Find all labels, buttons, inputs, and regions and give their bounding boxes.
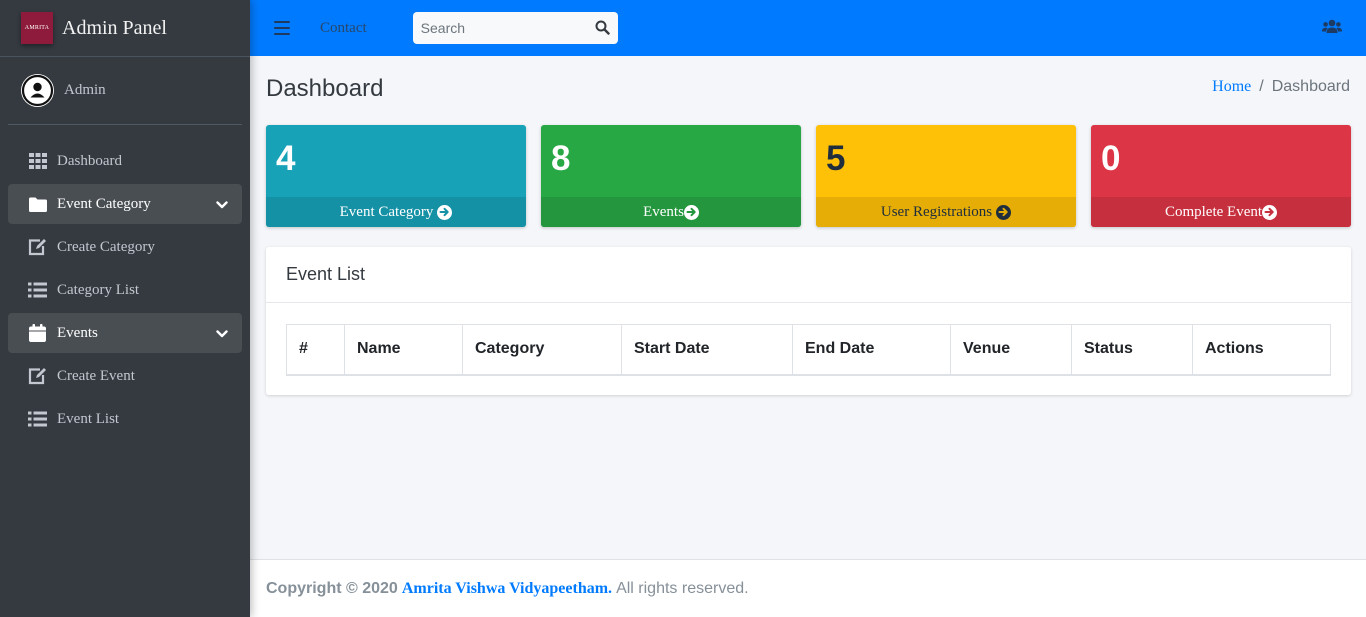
user-avatar-icon [21, 74, 54, 107]
breadcrumb: Home / Dashboard [1212, 78, 1350, 96]
stat-card-complete-event: 0 Complete Event [1091, 125, 1351, 227]
brand-title: Admin Panel [62, 16, 167, 39]
event-table-wrapper: # Name Category Start Date End Date Venu… [286, 324, 1331, 376]
sidebar-item-create-event[interactable]: Create Event [8, 356, 242, 396]
stat-label: Complete Event [1164, 203, 1263, 220]
table-header-row: # Name Category Start Date End Date Venu… [286, 324, 1331, 376]
sidebar-item-category-list[interactable]: Category List [8, 270, 242, 310]
stat-card-event-category: 4 Event Category [266, 125, 526, 227]
footer-copyright: Copyright © 2020 [266, 579, 398, 597]
stat-card-user-registrations: 5 User Registrations [816, 125, 1076, 227]
contact-link[interactable]: Contact [320, 20, 367, 37]
folder-icon [28, 195, 47, 214]
stat-card-link[interactable]: User Registrations [816, 197, 1076, 227]
stat-card-link[interactable]: Event Category [266, 197, 526, 227]
event-list-card: Event List # Name Category Start Date En… [266, 247, 1351, 395]
users-icon[interactable] [1322, 19, 1342, 39]
stat-card-events: 8 Events [541, 125, 801, 227]
brand-link[interactable]: AMRITA Admin Panel [0, 0, 250, 57]
search-input[interactable] [412, 13, 583, 43]
column-header-venue[interactable]: Venue [950, 324, 1072, 376]
stat-cards: 4 Event Category 8 Events 5 User Registr… [266, 125, 1351, 227]
grid-icon [28, 152, 47, 171]
edit-icon [28, 367, 47, 386]
arrow-circle-right-icon [437, 204, 453, 220]
menu-toggle-icon[interactable] [274, 21, 290, 35]
column-header-start-date[interactable]: Start Date [621, 324, 793, 376]
stat-label: Events [643, 203, 684, 220]
stat-card-link[interactable]: Complete Event [1091, 197, 1351, 227]
column-header-name[interactable]: Name [344, 324, 463, 376]
column-header-status[interactable]: Status [1071, 324, 1193, 376]
event-table: # Name Category Start Date End Date Venu… [286, 324, 1331, 376]
footer-org-link[interactable]: Amrita Vishwa Vidyapeetham. [402, 580, 612, 598]
stat-count: 8 [551, 139, 571, 178]
breadcrumb-current: Dashboard [1271, 78, 1350, 95]
sidebar-item-event-list[interactable]: Event List [8, 399, 242, 439]
breadcrumb-separator: / [1259, 78, 1264, 95]
stat-count: 5 [826, 139, 846, 178]
footer-rights: All rights reserved. [616, 579, 749, 597]
user-name: Admin [64, 82, 106, 98]
column-header-category[interactable]: Category [462, 324, 622, 376]
page-footer: Copyright © 2020 Amrita Vishwa Vidyapeet… [250, 559, 1366, 617]
sidebar: AMRITA Admin Panel Admin Dashboard Event… [0, 0, 250, 617]
column-header-end-date[interactable]: End Date [792, 324, 951, 376]
sidebar-item-label: Category List [57, 281, 140, 298]
calendar-icon [28, 324, 47, 343]
list-icon [28, 281, 47, 300]
chevron-down-icon[interactable] [216, 326, 228, 343]
user-panel[interactable]: Admin [8, 57, 242, 125]
sidebar-item-label: Dashboard [57, 152, 122, 169]
sidebar-item-create-category[interactable]: Create Category [8, 227, 242, 267]
sidebar-item-dashboard[interactable]: Dashboard [8, 141, 242, 181]
arrow-circle-right-icon [1262, 204, 1278, 220]
arrow-circle-right-icon [683, 204, 699, 220]
stat-label: User Registrations [880, 203, 993, 220]
sidebar-nav: Dashboard Event Category Create Category… [0, 141, 250, 439]
sidebar-item-events[interactable]: Events [8, 313, 242, 353]
event-list-title: Event List [266, 247, 1351, 303]
list-icon [28, 410, 47, 429]
stat-count: 0 [1101, 139, 1121, 178]
chevron-down-icon[interactable] [216, 197, 228, 214]
arrow-circle-right-icon [996, 204, 1012, 220]
search-icon[interactable] [595, 20, 610, 40]
content-header: Dashboard Home / Dashboard [266, 74, 1350, 104]
stat-label: Event Category [339, 203, 434, 220]
stat-card-link[interactable]: Events [541, 197, 801, 227]
sidebar-item-label: Event Category [57, 195, 151, 212]
sidebar-item-event-category[interactable]: Event Category [8, 184, 242, 224]
column-header-number[interactable]: # [286, 324, 345, 376]
navbar-search [412, 12, 618, 44]
column-header-actions[interactable]: Actions [1192, 324, 1331, 376]
brand-logo: AMRITA [21, 12, 53, 44]
edit-icon [28, 238, 47, 257]
page-title: Dashboard [266, 75, 384, 102]
sidebar-item-label: Events [57, 324, 98, 341]
sidebar-item-label: Create Event [57, 367, 135, 384]
sidebar-item-label: Create Category [57, 238, 155, 255]
breadcrumb-home-link[interactable]: Home [1212, 78, 1251, 96]
sidebar-item-label: Event List [57, 410, 120, 427]
top-navbar: Contact [250, 0, 1366, 56]
stat-count: 4 [276, 139, 296, 178]
